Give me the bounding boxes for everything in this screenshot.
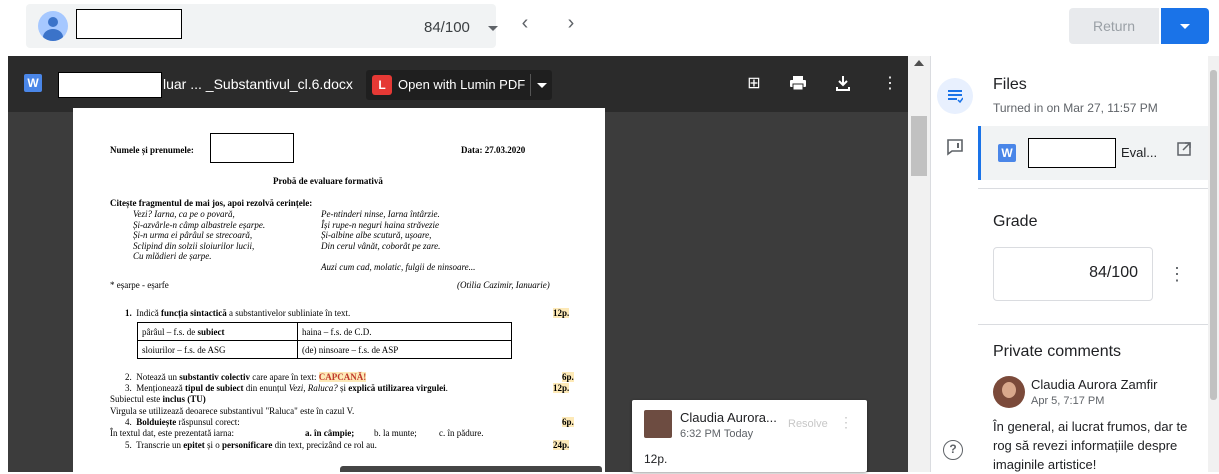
lumin-icon: L: [372, 75, 392, 95]
question-1-points: 12p.: [553, 308, 570, 318]
student-selector[interactable]: 84/100: [26, 4, 498, 48]
scroll-up-icon[interactable]: [914, 60, 924, 66]
grade-input[interactable]: 84/100: [993, 247, 1153, 301]
grade-value: 84/100: [1089, 264, 1138, 281]
word-file-icon: W: [24, 74, 42, 92]
document-title: Probă de evaluare formativă: [273, 176, 383, 186]
print-icon[interactable]: [788, 74, 808, 94]
open-with-lumin-button[interactable]: L Open with Lumin PDF: [366, 70, 552, 100]
private-comment-text: În general, ai lucrat frumos, dar te rog…: [993, 419, 1188, 472]
document-date: Data: 27.03.2020: [461, 145, 526, 155]
top-bar: 84/100 ‹ › Return: [0, 0, 1219, 56]
poem-left: Vezi? Iarna, ca pe o povară, Și-azvârle-…: [133, 209, 266, 261]
file-title: luar ... _Substantivul_cl.6.docx: [163, 76, 353, 92]
more-options-icon[interactable]: ⋮: [880, 74, 900, 94]
answer-3-line-1: Subiectul este inclus (TU): [110, 394, 206, 404]
attribution: (Otilia Cazimir, Ianuarie): [457, 280, 550, 290]
private-comments-heading: Private comments: [993, 343, 1122, 360]
file-name: Eval...: [1121, 145, 1158, 160]
chevron-down-icon[interactable]: [488, 26, 498, 31]
document-viewer: W luar ... _Substantivul_cl.6.docx L Ope…: [8, 56, 930, 472]
inline-comment-card[interactable]: Claudia Aurora... 6:32 PM Today Resolve …: [632, 400, 867, 472]
question-1: 1. Indică funcția sintactică a substanti…: [125, 308, 351, 318]
redacted-file-prefix: [58, 72, 162, 98]
question-4-points: 6p.: [562, 417, 574, 427]
commenter-avatar: [644, 410, 672, 438]
open-in-new-icon[interactable]: [1174, 142, 1194, 162]
help-icon[interactable]: ?: [943, 440, 963, 460]
previous-student-button[interactable]: ‹: [513, 12, 537, 35]
student-avatar: [38, 11, 68, 41]
answer-3-line-2: Virgula se utilizează deoarece substanti…: [110, 406, 355, 416]
document-page: Numele și prenumele: Data: 27.03.2020 Pr…: [73, 108, 605, 472]
redacted-student-name: [76, 9, 182, 39]
table-row: pârâul – f.s. de subiect haina – f.s. de…: [137, 322, 512, 341]
word-file-icon: W: [998, 144, 1016, 162]
comment-text: 12p.: [644, 452, 668, 466]
comment-more-icon[interactable]: ⋮: [839, 414, 853, 431]
answer-table: pârâul – f.s. de subiect haina – f.s. de…: [137, 322, 512, 359]
viewer-toolbar: W luar ... _Substantivul_cl.6.docx L Ope…: [8, 56, 908, 112]
add-comment-icon[interactable]: ⊞: [744, 74, 764, 94]
question-5: 5. Transcrie un epitet și o personificar…: [125, 440, 377, 450]
question-3: 3. Menționează tipul de subiect din enun…: [125, 383, 448, 393]
return-dropdown-button[interactable]: [1161, 8, 1209, 44]
lumin-dropdown-icon[interactable]: [537, 83, 547, 88]
comments-icon[interactable]: [942, 134, 968, 160]
hover-popup: [340, 466, 602, 472]
option-b: b. la munte;: [374, 428, 417, 438]
question-4: 4. Bolduiește răspunsul corect:: [125, 417, 240, 427]
instruction: Citește fragmentul de mai jos, apoi rezo…: [110, 198, 313, 208]
footnote: * eșarpe - eșarfe: [110, 280, 169, 290]
viewer-scroll-thumb[interactable]: [911, 116, 927, 176]
comment-time: 6:32 PM Today: [680, 428, 754, 440]
question-2: 2. Notează un substantiv colectiv care a…: [125, 372, 367, 382]
private-comment-author: Claudia Aurora Zamfir: [1031, 377, 1158, 392]
name-label: Numele și prenumele:: [110, 145, 194, 155]
next-student-button[interactable]: ›: [559, 12, 583, 35]
lumin-label: Open with Lumin PDF: [398, 77, 526, 92]
grade-more-icon[interactable]: ⋮: [1168, 264, 1186, 285]
question-2-points: 6p.: [562, 372, 574, 382]
private-comment-time: Apr 5, 7:17 PM: [1031, 395, 1105, 407]
files-heading: Files: [993, 76, 1027, 93]
redacted-file-name: [1028, 138, 1116, 168]
option-c: c. în pădure.: [439, 428, 484, 438]
student-grade: 84/100: [424, 19, 470, 36]
redacted-student-name: [210, 133, 294, 163]
poem-right: Pe-ntinderi ninse, Iarna întârzie. Își r…: [321, 209, 476, 272]
option-a: a. în câmpie;: [305, 428, 355, 438]
commenter-avatar: [993, 376, 1025, 408]
student-work-icon[interactable]: [937, 78, 973, 114]
question-5-points: 24p.: [553, 440, 570, 450]
download-icon[interactable]: [833, 74, 853, 94]
question-3-points: 12p.: [553, 383, 570, 393]
grade-heading: Grade: [993, 213, 1038, 230]
turned-in-status: Turned in on Mar 27, 11:57 PM: [993, 101, 1158, 115]
resolve-button[interactable]: Resolve: [788, 418, 828, 430]
return-button[interactable]: Return: [1069, 8, 1159, 44]
grading-sidebar: Files Turned in on Mar 27, 11:57 PM W Ev…: [978, 56, 1208, 472]
attached-file[interactable]: W Eval...: [978, 126, 1208, 180]
comment-author: Claudia Aurora...: [680, 410, 777, 425]
question-4-line: În textul dat, este prezentată iarna:: [110, 428, 234, 438]
sidebar-scroll-thumb[interactable]: [1210, 70, 1217, 400]
sidebar-icon-rail: [930, 56, 978, 472]
table-row: sloiurilor – f.s. de ASG (de) ninsoare –…: [137, 340, 512, 359]
